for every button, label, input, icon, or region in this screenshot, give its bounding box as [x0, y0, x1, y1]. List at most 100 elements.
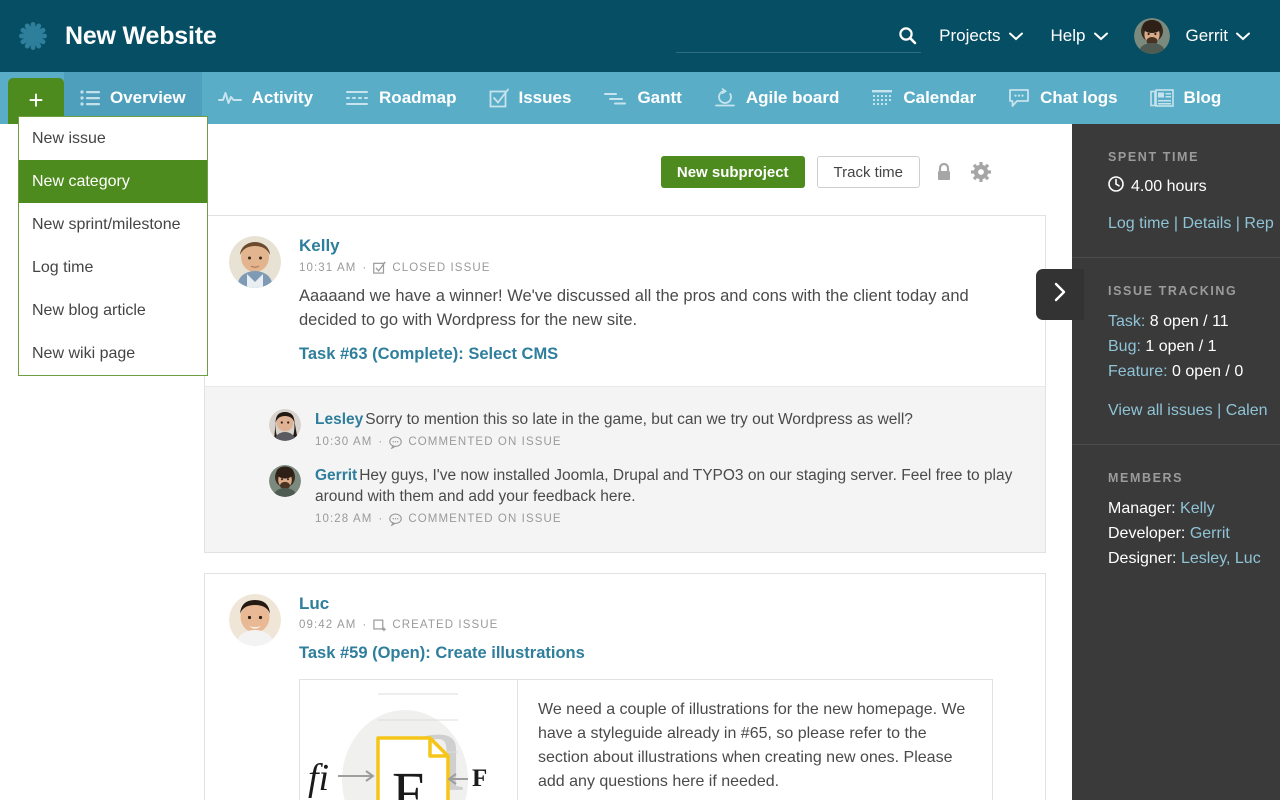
- meta-separator: ·: [362, 261, 368, 274]
- comment-time: 10:30 AM: [315, 436, 373, 449]
- issue-label[interactable]: Bug:: [1108, 338, 1141, 355]
- dropdown-item-log-time[interactable]: Log time: [19, 246, 207, 289]
- avatar: [269, 464, 301, 497]
- comment-meta: 10:30 AM · COMMENTED ON ISSUE: [315, 436, 1021, 449]
- activity-card: Luc 09:42 AM · CREATED ISSUE Task #59 (O…: [204, 572, 1046, 800]
- task-link[interactable]: Task #63 (Complete): Select CMS: [299, 345, 1021, 364]
- comment-body: Lesley Sorry to mention this so late in t…: [315, 409, 1021, 449]
- post-author[interactable]: Kelly: [299, 236, 340, 256]
- tab-issues[interactable]: Issues: [473, 72, 588, 124]
- avatar: [229, 593, 281, 646]
- spent-time-value: 4.00 hours: [1131, 177, 1207, 195]
- new-subproject-button[interactable]: New subproject: [660, 156, 805, 188]
- dropdown-item-new-issue[interactable]: New issue: [19, 117, 207, 160]
- post-body: Luc 09:42 AM · CREATED ISSUE Task #59 (O…: [299, 594, 1021, 800]
- svg-text:F: F: [392, 760, 424, 800]
- chevron-right-icon: [1053, 281, 1067, 308]
- newspaper-icon: [1149, 89, 1174, 107]
- issue-label[interactable]: Task:: [1108, 313, 1145, 330]
- member-name[interactable]: Kelly: [1180, 500, 1215, 517]
- track-time-button[interactable]: Track time: [816, 156, 920, 188]
- issue-value: 0 open / 0: [1172, 362, 1244, 380]
- task-link[interactable]: Task #59 (Open): Create illustrations: [299, 644, 1021, 663]
- report-link[interactable]: Rep: [1244, 215, 1273, 232]
- dropdown-item-new-category[interactable]: New category: [19, 160, 207, 203]
- comment-author[interactable]: Gerrit: [315, 465, 357, 487]
- brand[interactable]: New Website: [0, 21, 217, 51]
- sidebar-section-members: MEMBERS Manager: Kelly Developer: Gerrit…: [1072, 445, 1280, 595]
- tab-roadmap-label: Roadmap: [379, 88, 457, 107]
- calendar-link[interactable]: Calen: [1226, 402, 1268, 419]
- dropdown-item-new-blog-article[interactable]: New blog article: [19, 289, 207, 332]
- page-title: New Website: [65, 21, 217, 50]
- issue-label[interactable]: Feature:: [1108, 363, 1168, 380]
- user-menu[interactable]: Gerrit: [1122, 18, 1265, 54]
- asterisk-logo-icon: [18, 21, 48, 51]
- spent-time-value-row: 4.00 hours: [1108, 176, 1280, 197]
- menu-help[interactable]: Help: [1037, 26, 1122, 46]
- dropdown-item-new-sprint[interactable]: New sprint/milestone: [19, 203, 207, 246]
- member-name[interactable]: Gerrit: [1190, 525, 1230, 542]
- sidebar-section-issue-tracking: ISSUE TRACKING Task: 8 open / 11 Bug: 1 …: [1072, 258, 1280, 446]
- attachment[interactable]: a F fi F We need a couple of illustratio…: [299, 678, 993, 800]
- list-item: Lesley Sorry to mention this so late in t…: [269, 401, 1021, 457]
- gear-icon[interactable]: [968, 162, 994, 182]
- tab-agile-board-label: Agile board: [745, 88, 840, 107]
- member-row-manager: Manager: Kelly: [1108, 497, 1280, 522]
- tab-activity[interactable]: Activity: [202, 72, 329, 124]
- issue-row-feature: Feature: 0 open / 0: [1108, 360, 1280, 385]
- comment-message: Sorry to mention this so late in the gam…: [365, 410, 913, 428]
- issue-row-bug: Bug: 1 open / 1: [1108, 335, 1280, 360]
- attachment-text: We need a couple of illustrations for th…: [538, 700, 966, 790]
- lock-icon[interactable]: [932, 162, 956, 182]
- tab-chat-logs-label: Chat logs: [1040, 88, 1118, 107]
- new-item-dropdown: New issue New category New sprint/milest…: [18, 116, 208, 376]
- comment-message: Hey guys, I've now installed Joomla, Dru…: [315, 466, 1013, 506]
- tab-calendar[interactable]: Calendar: [855, 72, 992, 124]
- comment-icon: [389, 436, 403, 449]
- search-input[interactable]: [676, 20, 887, 51]
- issue-value: 8 open / 11: [1149, 313, 1229, 330]
- meta-separator: ·: [362, 619, 368, 632]
- gantt-icon: [603, 90, 627, 106]
- details-link[interactable]: Details: [1182, 215, 1231, 232]
- tab-overview-label: Overview: [110, 88, 186, 107]
- member-row-designer: Designer: Lesley, Luc: [1108, 547, 1280, 572]
- tab-issues-label: Issues: [518, 88, 572, 107]
- tab-calendar-label: Calendar: [903, 88, 977, 107]
- meta-separator: ·: [378, 436, 384, 449]
- post-time: 09:42 AM: [299, 619, 357, 632]
- search-box[interactable]: [676, 19, 922, 53]
- issue-tracking-links: View all issues | Calen: [1108, 402, 1280, 420]
- checkbox-icon: [489, 88, 509, 108]
- member-row-developer: Developer: Gerrit: [1108, 522, 1280, 547]
- activity-post: Kelly 10:31 AM · CLOSED ISSUE Aaaaand we…: [205, 216, 1045, 386]
- header-actions: Projects Help Gerrit: [676, 18, 1280, 54]
- post-meta: 10:31 AM · CLOSED ISSUE: [299, 261, 1021, 274]
- tab-gantt[interactable]: Gantt: [587, 72, 697, 124]
- tab-chat-logs[interactable]: Chat logs: [992, 72, 1133, 124]
- tab-roadmap[interactable]: Roadmap: [329, 72, 472, 124]
- log-time-link[interactable]: Log time: [1108, 215, 1169, 232]
- post-time: 10:31 AM: [299, 261, 357, 274]
- chevron-down-icon: [1008, 26, 1023, 46]
- post-author[interactable]: Luc: [299, 594, 329, 614]
- search-icon[interactable]: [895, 23, 919, 47]
- menu-projects[interactable]: Projects: [925, 26, 1036, 46]
- dropdown-item-new-wiki-page[interactable]: New wiki page: [19, 332, 207, 375]
- right-sidebar: SPENT TIME 4.00 hours Log time | Details…: [1072, 124, 1280, 800]
- comment-body: Gerrit Hey guys, I've now installed Jooml…: [315, 465, 1021, 526]
- post-action: CLOSED ISSUE: [392, 261, 491, 274]
- comment-text: Gerrit Hey guys, I've now installed Jooml…: [315, 465, 1021, 508]
- comment-meta: 10:28 AM · COMMENTED ON ISSUE: [315, 513, 1021, 526]
- comment-author[interactable]: Lesley: [315, 409, 363, 431]
- view-all-issues-link[interactable]: View all issues: [1108, 402, 1213, 419]
- comment-text: Lesley Sorry to mention this so late in t…: [315, 409, 1021, 431]
- sidebar-toggle-button[interactable]: [1036, 269, 1084, 320]
- tab-agile-board[interactable]: Agile board: [698, 72, 856, 124]
- member-name[interactable]: Lesley, Luc: [1181, 550, 1261, 567]
- chevron-down-icon: [1236, 26, 1250, 46]
- comment-list: Lesley Sorry to mention this so late in t…: [205, 385, 1045, 552]
- tab-blog[interactable]: Blog: [1134, 72, 1238, 124]
- member-role: Manager:: [1108, 500, 1176, 518]
